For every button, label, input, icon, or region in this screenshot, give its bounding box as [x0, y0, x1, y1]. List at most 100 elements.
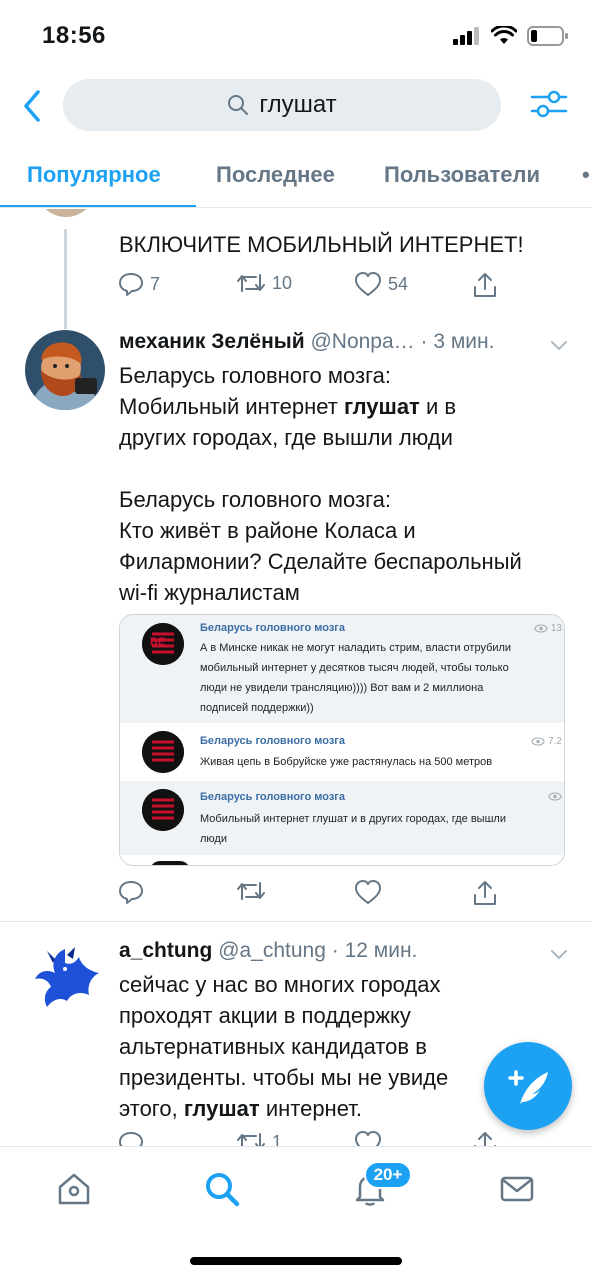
channel-message: Беларусь головного мозга 7.2 Живая цепь …	[120, 725, 564, 781]
tweet-line: Кто живёт в районе Коласа и	[119, 518, 416, 543]
message-text: Живая цепь в Бобруйске уже растянулась н…	[200, 756, 493, 768]
chevron-down-icon[interactable]	[549, 948, 569, 962]
author-name[interactable]: a_chtung	[119, 939, 212, 962]
heart-icon	[355, 272, 381, 296]
tab-next-peek[interactable]: •	[582, 162, 590, 188]
share-icon	[474, 881, 496, 905]
compose-feather-icon	[508, 1070, 548, 1104]
retweet-icon	[237, 274, 265, 292]
view-count	[548, 792, 562, 801]
tab-users[interactable]: Пользователи	[384, 162, 540, 188]
notifications-badge: 20+	[364, 1161, 412, 1189]
share-button[interactable]	[472, 879, 498, 907]
wifi-icon	[491, 26, 517, 44]
share-button[interactable]	[472, 271, 498, 299]
retweet-count: 1	[272, 1131, 283, 1147]
author-handle[interactable]: @a_chtung	[218, 939, 326, 962]
like-button[interactable]	[354, 879, 382, 905]
search-tabs: Популярное Последнее Пользователи •	[0, 140, 591, 208]
reply-button[interactable]	[118, 1130, 144, 1146]
compose-tweet-button[interactable]	[484, 1042, 572, 1130]
search-icon	[228, 95, 249, 115]
tweet-header: a_chtung @a_chtung · 12 мин.	[119, 939, 417, 963]
tweet-text: ВКЛЮЧИТЕ МОБИЛЬНЫЙ ИНТЕРНЕТ!	[119, 232, 524, 257]
view-count: 7.2	[531, 736, 562, 747]
retweet-button[interactable]: 1	[236, 1130, 282, 1146]
search-highlight: глушат	[183, 1096, 260, 1121]
tweet-text: Беларусь головного мозга: Мобильный инте…	[119, 360, 569, 608]
channel-logo	[142, 731, 184, 773]
chevron-down-icon[interactable]	[549, 339, 569, 353]
like-button[interactable]	[354, 1130, 382, 1146]
search-nav-icon[interactable]	[202, 1169, 242, 1209]
avatar-dragon-image	[25, 939, 105, 1019]
tweet-line: wi-fi журналистам	[119, 580, 300, 605]
search-query: глушат	[259, 91, 337, 118]
tweet-header: механик Зелёный @Nonpa… · 3 мин.	[119, 330, 494, 354]
tweet-line: проходят акции в поддержку	[119, 1003, 411, 1028]
retweet-button[interactable]	[236, 879, 266, 903]
reply-icon	[119, 273, 143, 296]
tweet-divider	[0, 921, 591, 922]
author-name[interactable]: механик Зелёный	[119, 330, 305, 353]
signal-icon	[453, 27, 479, 45]
avatar[interactable]	[36, 209, 96, 217]
reply-icon	[119, 881, 143, 904]
tweet-actions: 1	[118, 1130, 498, 1146]
avatar-mechanic-image	[25, 330, 105, 410]
message-text: А в Минске никак не могут наладить стрим…	[200, 642, 512, 714]
channel-message: BE Беларусь головного мозга 13 А в Минск…	[120, 615, 564, 723]
status-bar: 18:56	[0, 0, 591, 70]
status-icons	[453, 26, 569, 46]
back-arrow-icon[interactable]	[18, 86, 48, 126]
tweet-line: Беларусь головного мозга:	[119, 363, 391, 388]
tweet-actions: 7 10 54	[118, 271, 498, 301]
channel-logo-peek	[150, 861, 190, 865]
thread-line	[64, 229, 67, 329]
share-icon	[474, 1132, 496, 1146]
channel-message: Беларусь головного мозга Мобильный интер…	[120, 781, 564, 855]
tweet-line: Филармонии? Сделайте беспарольный	[119, 549, 522, 574]
view-count: 13	[534, 623, 562, 634]
reply-button[interactable]: 7	[118, 271, 160, 297]
channel-name: Беларусь головного мозга	[200, 622, 345, 634]
tweet-line: Беларусь головного мозга:	[119, 487, 391, 512]
retweet-icon	[237, 882, 265, 900]
heart-icon	[355, 1131, 381, 1146]
author-handle[interactable]: @Nonpa…	[310, 330, 414, 353]
reply-icon	[119, 1132, 143, 1146]
status-time: 18:56	[42, 22, 106, 49]
retweet-icon	[237, 1133, 265, 1146]
like-button[interactable]: 54	[354, 271, 408, 297]
retweet-count: 10	[272, 272, 293, 293]
tweet-time: · 3 мин.	[420, 330, 495, 353]
channel-logo	[142, 789, 184, 831]
svg-text:BE: BE	[150, 636, 165, 648]
active-tab-indicator	[0, 205, 196, 207]
search-results-feed: ВКЛЮЧИТЕ МОБИЛЬНЫЙ ИНТЕРНЕТ! 7 10 54 мех…	[0, 209, 591, 1146]
message-text: Мобильный интернет глушат и в других гор…	[200, 813, 506, 845]
filter-settings-icon[interactable]	[529, 84, 569, 124]
channel-name: Беларусь головного мозга	[200, 791, 345, 803]
tweet-image-card[interactable]: BE Беларусь головного мозга 13 А в Минск…	[119, 614, 565, 866]
battery-icon	[527, 26, 568, 46]
tab-latest[interactable]: Последнее	[216, 162, 335, 188]
avatar[interactable]	[25, 330, 105, 410]
heart-icon	[355, 880, 381, 904]
tweet-line: Мобильный интернет глушат и в	[119, 394, 457, 419]
search-input[interactable]: глушат	[63, 79, 501, 131]
like-count: 54	[388, 273, 409, 294]
retweet-button[interactable]: 10	[236, 271, 292, 295]
tab-popular[interactable]: Популярное	[27, 162, 161, 188]
tweet-time: · 12 мин.	[331, 939, 418, 962]
eye-icon	[534, 624, 548, 633]
search-highlight: глушат	[343, 394, 420, 419]
home-icon[interactable]	[54, 1169, 94, 1209]
eye-icon	[548, 792, 562, 801]
messages-envelope-icon[interactable]	[497, 1169, 537, 1209]
share-button[interactable]	[472, 1130, 498, 1146]
reply-button[interactable]	[118, 879, 144, 905]
tweet-line: сейчас у нас во многих городах	[119, 972, 441, 997]
avatar[interactable]	[25, 939, 105, 1019]
share-icon	[474, 273, 496, 297]
